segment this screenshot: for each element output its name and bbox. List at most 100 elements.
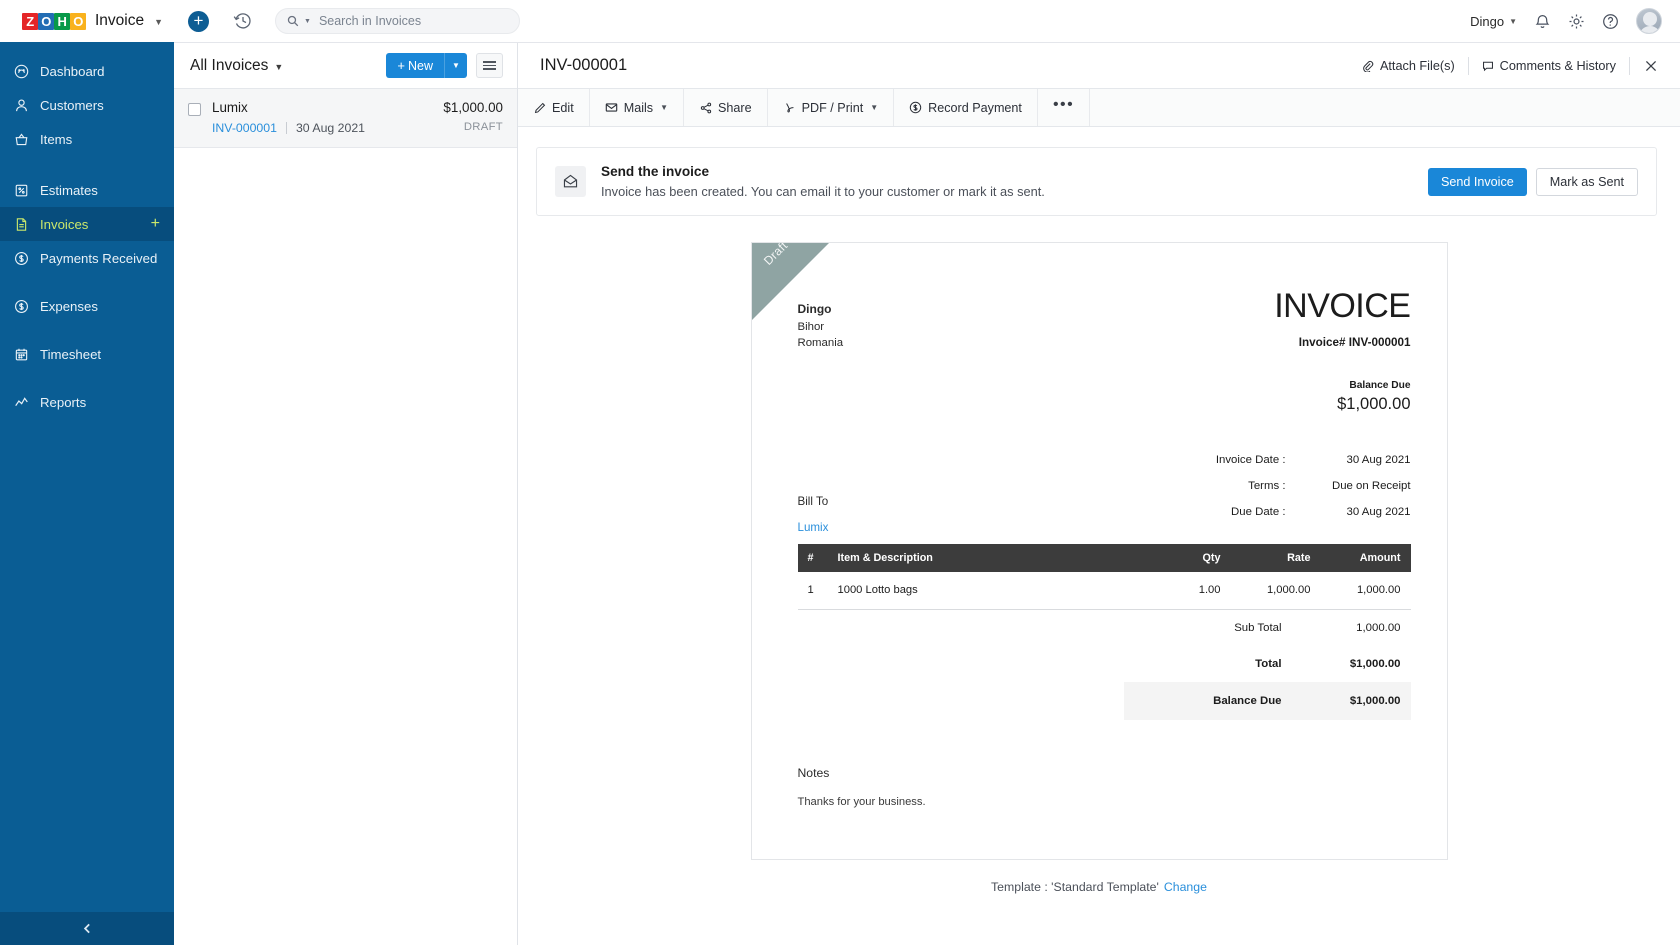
sidebar-item-label: Timesheet	[40, 346, 102, 362]
clock-history-icon[interactable]	[233, 11, 253, 31]
customers-icon	[14, 98, 29, 113]
meta-label: Terms :	[1248, 480, 1286, 492]
sidebar-add-invoice-button[interactable]: +	[151, 216, 160, 232]
sidebar-nav: Dashboard Customers Items Estimates Invo…	[0, 43, 174, 912]
total-value: $1,000.00	[1349, 695, 1401, 707]
paperclip-icon	[1362, 60, 1374, 72]
list-actions: + New ▼	[386, 53, 503, 78]
invoice-notes: Notes Thanks for your business.	[798, 766, 1411, 808]
bell-icon[interactable]	[1534, 13, 1551, 30]
org-switcher[interactable]: Dingo ▼	[1470, 14, 1517, 29]
row-checkbox[interactable]	[188, 103, 201, 116]
more-actions-button[interactable]: •••	[1038, 89, 1091, 126]
new-invoice-button[interactable]: + New	[386, 53, 444, 78]
sidebar-item-reports[interactable]: Reports	[0, 385, 174, 419]
chevron-down-icon[interactable]: ▼	[154, 17, 163, 27]
invoice-toolbar: Edit Mails ▼ Share PDF / Print ▼ Record …	[518, 89, 1680, 127]
search-scope-chevron-icon[interactable]: ▼	[304, 18, 311, 25]
topbar-right-group: Dingo ▼	[1470, 8, 1680, 34]
help-icon[interactable]	[1602, 13, 1619, 30]
attach-files-button[interactable]: Attach File(s)	[1349, 53, 1468, 79]
pdf-print-button[interactable]: PDF / Print ▼	[768, 89, 895, 126]
search-input-wrapper[interactable]: ▼	[275, 8, 520, 34]
avatar[interactable]	[1636, 8, 1662, 34]
detail-header-actions: Attach File(s) Comments & History	[1349, 53, 1666, 79]
meta-label: Due Date :	[1231, 506, 1286, 518]
invoice-detail-pane: INV-000001 Attach File(s) Comments & His…	[518, 43, 1680, 945]
banner-title: Send the invoice	[601, 164, 710, 179]
app-body: Dashboard Customers Items Estimates Invo…	[0, 43, 1680, 945]
sidebar-collapse-button[interactable]	[0, 912, 174, 945]
sidebar-item-dashboard[interactable]: Dashboard	[0, 54, 174, 88]
meta-value: 30 Aug 2021	[1346, 506, 1411, 518]
sidebar-item-timesheet[interactable]: Timesheet	[0, 337, 174, 371]
gear-icon[interactable]	[1568, 13, 1585, 30]
hamburger-line	[483, 61, 496, 63]
status-badge: DRAFT	[463, 121, 503, 133]
detail-scroll-area[interactable]: Send the invoice Invoice has been create…	[518, 127, 1680, 945]
row-date: 30 Aug 2021	[295, 121, 366, 135]
sidebar-item-payments-received[interactable]: Payments Received	[0, 241, 174, 275]
pencil-icon	[533, 101, 546, 114]
comments-history-label: Comments & History	[1499, 58, 1616, 73]
column-header-description: Item & Description	[827, 544, 1153, 572]
row-divider	[285, 122, 287, 134]
sidebar-item-label: Invoices	[40, 216, 89, 232]
sidebar-divider-gap-4	[0, 371, 174, 385]
invoice-title-block: INVOICE Invoice# INV-000001 Balance Due …	[1274, 287, 1411, 414]
brand-product-name: Invoice	[95, 12, 145, 29]
search-input[interactable]	[318, 14, 508, 28]
table-row[interactable]: Lumix INV-000001 30 Aug 2021 $1,000.00 D…	[174, 89, 517, 148]
send-invoice-banner: Send the invoice Invoice has been create…	[536, 147, 1657, 216]
mails-button[interactable]: Mails ▼	[590, 89, 685, 126]
logo-tile-z: Z	[22, 12, 38, 30]
chevron-left-icon	[81, 922, 94, 935]
top-bar: Z O H O Invoice ▼ + ▼ Search in Invoices…	[0, 0, 1680, 44]
toolbar-label: Edit	[552, 100, 574, 115]
attach-files-label: Attach File(s)	[1379, 58, 1455, 73]
record-payment-button[interactable]: Record Payment	[894, 89, 1038, 126]
brand-zoho-invoice[interactable]: Z O H O Invoice ▼	[0, 0, 174, 44]
sidebar-item-label: Reports	[40, 394, 87, 410]
column-header-qty: Qty	[1152, 544, 1231, 572]
sidebar-item-invoices[interactable]: Invoices +	[0, 207, 174, 241]
sidebar-item-items[interactable]: Items	[0, 122, 174, 156]
total-label: Total	[1255, 658, 1282, 670]
invoice-heading: INVOICE	[1274, 287, 1411, 325]
sidebar-item-expenses[interactable]: Expenses	[0, 289, 174, 323]
mark-as-sent-button[interactable]: Mark as Sent	[1535, 167, 1638, 196]
comments-history-button[interactable]: Comments & History	[1469, 53, 1629, 79]
invoice-document: Draft Dingo Bihor Romania INVOICE Invoic…	[750, 242, 1448, 860]
edit-button[interactable]: Edit	[518, 89, 590, 126]
mail-icon	[605, 101, 618, 114]
invoice-dates-block: Invoice Date : 30 Aug 2021 Terms : Due o…	[1051, 454, 1411, 534]
new-dropdown-caret[interactable]: ▼	[444, 53, 467, 78]
line-items-table: # Item & Description Qty Rate Amount 1 1…	[797, 544, 1411, 610]
page-title: INV-000001	[540, 56, 628, 74]
total-label: Balance Due	[1213, 695, 1282, 707]
hamburger-line	[483, 64, 496, 67]
column-header-index: #	[797, 544, 828, 572]
change-template-link[interactable]: Change	[1164, 880, 1207, 894]
cell-rate: 1,000.00	[1230, 572, 1321, 610]
bill-to-block: Bill To Lumix	[798, 454, 1051, 534]
sidebar-item-estimates[interactable]: Estimates	[0, 173, 174, 207]
new-button-label: New	[407, 58, 433, 73]
close-icon[interactable]	[1630, 59, 1666, 73]
invoices-icon	[14, 217, 29, 232]
column-header-amount: Amount	[1320, 544, 1411, 572]
sidebar-item-label: Customers	[40, 97, 104, 113]
list-filter-dropdown[interactable]: All Invoices ▼	[190, 57, 283, 75]
bill-to-customer-link[interactable]: Lumix	[798, 521, 1051, 534]
envelope-open-icon	[555, 166, 586, 197]
zoho-logo-icon: Z O H O	[22, 11, 86, 31]
send-invoice-button[interactable]: Send Invoice	[1427, 167, 1527, 196]
list-view-menu-button[interactable]	[476, 53, 503, 78]
meta-row: Due Date : 30 Aug 2021	[1051, 506, 1411, 518]
share-button[interactable]: Share	[684, 89, 768, 126]
sidebar-item-label: Expenses	[40, 298, 98, 314]
sender-line2: Romania	[797, 337, 844, 350]
sidebar-item-customers[interactable]: Customers	[0, 88, 174, 122]
plus-icon[interactable]: +	[188, 10, 209, 32]
row-invoice-number[interactable]: INV-000001	[212, 121, 277, 135]
